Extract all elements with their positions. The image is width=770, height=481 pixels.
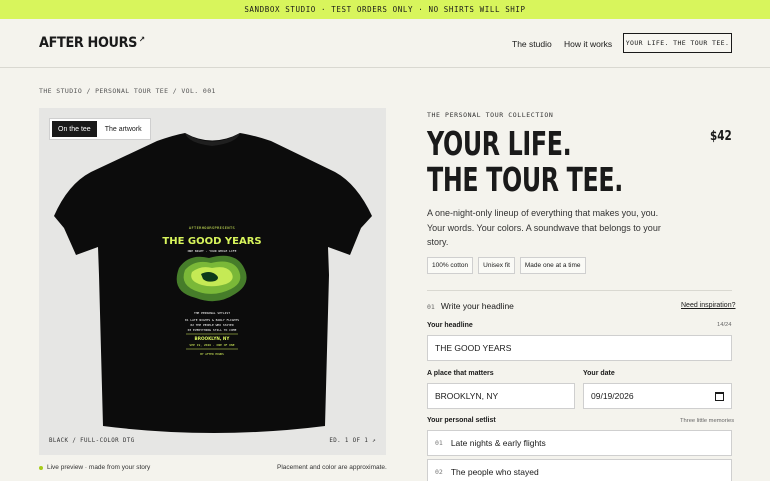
breadcrumb: THE STUDIO / PERSONAL TOUR TEE / VOL. 00… xyxy=(39,87,216,95)
product-title: YOUR LIFE. THE TOUR TEE. xyxy=(427,126,686,198)
product-preview: AFTERHOURSPRESENTS THE GOOD YEARS ONE NI… xyxy=(39,108,386,455)
site-header: AFTER HOURS ↗ The studio How it works YOU… xyxy=(0,19,770,68)
preview-color-label: BLACK / FULL-COLOR DTG xyxy=(49,438,135,444)
setlist-number: 01 xyxy=(435,439,443,447)
product-description: A one-night-only lineup of everything th… xyxy=(427,208,661,247)
need-inspiration-link[interactable]: Need inspiration? xyxy=(681,302,735,309)
artwork-presents: AFTERHOURSPRESENTS xyxy=(189,226,235,230)
headline-input-value: THE GOOD YEARS xyxy=(435,343,512,353)
live-preview-text: Live preview · made from your story xyxy=(47,464,151,471)
feature-chip: Unisex fit xyxy=(478,257,515,274)
logo-arrow-icon: ↗ xyxy=(138,35,145,44)
calendar-icon[interactable] xyxy=(715,391,724,401)
product-title-line: THE TOUR TEE. xyxy=(427,160,623,199)
setlist-label: Your personal setlist xyxy=(427,417,496,424)
artwork-subtitle: ONE NIGHT · YOUR WHOLE LIFE xyxy=(188,249,237,253)
toggle-the-artwork[interactable]: The artwork xyxy=(99,121,148,137)
step-heading: 01 Write your headline xyxy=(427,301,514,311)
place-label: A place that matters xyxy=(427,370,494,377)
artwork-place: BROOKLYN, NY xyxy=(195,336,231,341)
setlist-input-value: The people who stayed xyxy=(450,467,539,477)
headline-char-count: 14/24 xyxy=(717,322,732,328)
setlist-number: 02 xyxy=(435,468,443,476)
test-mode-banner: SANDBOX STUDIO · TEST ORDERS ONLY · NO S… xyxy=(0,0,770,19)
tshirt-mockup: AFTERHOURSPRESENTS THE GOOD YEARS ONE NI… xyxy=(54,133,372,433)
artwork-setlist-item: 02 THE PEOPLE WHO STAYED xyxy=(190,323,234,327)
live-dot-icon xyxy=(39,465,43,470)
product-price: $42 xyxy=(710,129,732,144)
nav-cta-button[interactable]: YOUR LIFE. THE TOUR TEE. xyxy=(623,33,732,53)
nav-link-studio[interactable]: The studio xyxy=(512,39,552,49)
placement-note: Placement and color are approximate. xyxy=(277,464,387,471)
toggle-on-the-tee[interactable]: On the tee xyxy=(52,121,97,137)
preview-view-toggle: On the tee The artwork xyxy=(49,118,151,140)
setlist-hint: Three little memories xyxy=(680,418,735,424)
setlist-input-value: Late nights & early flights xyxy=(450,438,546,448)
logo-text: AFTER HOURS xyxy=(39,35,138,51)
collection-eyebrow: THE PERSONAL TOUR COLLECTION xyxy=(427,111,554,119)
feature-chip: 100% cotton xyxy=(427,257,474,274)
step-label: Write your headline xyxy=(440,301,514,311)
artwork-setlist-item: 01 LATE NIGHTS & EARLY FLIGHTS xyxy=(185,318,239,322)
artwork-date: SEP 19, 2026 · ONE OF ONE xyxy=(189,343,234,347)
live-preview-note: Live preview · made from your story xyxy=(39,464,150,471)
artwork-setlist-item: 03 EVERYTHING STILL TO COME xyxy=(188,328,237,332)
preview-edition-label: ED. 1 OF 1 ↗ xyxy=(329,438,376,444)
divider xyxy=(427,290,732,291)
product-title-line: YOUR LIFE. xyxy=(427,124,572,163)
place-input[interactable]: BROOKLYN, NY xyxy=(427,383,575,409)
feature-chip: Made one at a time xyxy=(519,257,586,274)
headline-input[interactable]: THE GOOD YEARS xyxy=(427,335,732,361)
setlist-input[interactable]: 02 The people who stayed xyxy=(427,459,732,481)
nav-link-how-it-works[interactable]: How it works xyxy=(564,39,612,49)
artwork-headline: THE GOOD YEARS xyxy=(162,236,261,247)
place-input-value: BROOKLYN, NY xyxy=(435,391,499,401)
artwork-credit: BY AFTER HOURS xyxy=(200,352,224,356)
logo[interactable]: AFTER HOURS ↗ xyxy=(39,35,145,51)
date-label: Your date xyxy=(583,370,615,377)
setlist-input[interactable]: 01 Late nights & early flights xyxy=(427,430,732,456)
headline-label: Your headline xyxy=(427,322,473,329)
date-input[interactable]: 09/19/2026 xyxy=(583,383,732,409)
date-input-value: 09/19/2026 xyxy=(591,391,634,401)
artwork-setlist-title: THE PERSONAL SETLIST xyxy=(194,311,230,315)
product-features: 100% cotton Unisex fit Made one at a tim… xyxy=(427,257,586,274)
step-number: 01 xyxy=(427,303,435,311)
